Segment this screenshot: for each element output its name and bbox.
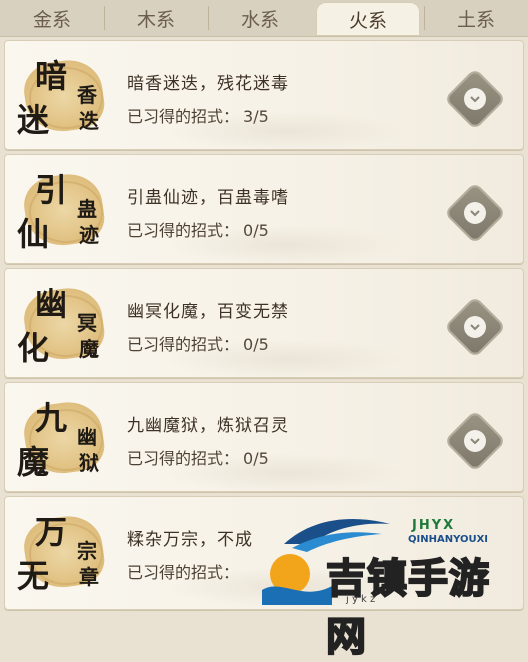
skill-title: 糅杂万宗，不成 [127, 530, 253, 550]
skill-card[interactable]: 幽 化 冥 魔 幽冥化魔，百变无禁 已习得的招式： 0/5 [4, 268, 524, 378]
progress-value: 0/5 [243, 335, 269, 354]
emblem-char: 引 [35, 171, 68, 209]
watermark: JHYX QINHANYOUXI 吉镇手游网 j y k z [262, 510, 526, 661]
tab-wood[interactable]: 木系 [104, 0, 208, 36]
expand-button[interactable] [446, 70, 504, 128]
progress-label: 已习得的招式： [127, 335, 240, 354]
emblem-char: 化 [17, 329, 50, 367]
skill-card[interactable]: 暗 迷 香 迭 暗香迷迭，残花迷毒 已习得的招式： 3/5 [4, 40, 524, 150]
tab-fire[interactable]: 火系 [316, 2, 420, 36]
emblem-char: 仙 [17, 215, 50, 253]
chevron-down-icon [464, 430, 486, 452]
skill-progress: 已习得的招式： 3/5 [127, 103, 269, 127]
skill-emblem: 九 魔 幽 狱 [15, 389, 115, 485]
emblem-char: 章 [79, 565, 99, 589]
emblem-char: 暗 [35, 57, 68, 95]
emblem-char: 魔 [17, 443, 50, 481]
progress-label: 已习得的招式： [127, 107, 240, 126]
skill-emblem: 引 仙 蛊 迹 [15, 161, 115, 257]
brand-pinyin-text: QINHANYOUXI [408, 534, 489, 545]
skill-title: 暗香迷迭，残花迷毒 [127, 74, 289, 94]
emblem-char: 宗 [77, 539, 97, 563]
emblem-char: 九 [35, 399, 68, 437]
emblem-char: 魔 [79, 337, 99, 361]
progress-value: 3/5 [243, 107, 269, 126]
element-tabs: 金系 木系 水系 火系 土系 [0, 0, 528, 37]
skill-title: 幽冥化魔，百变无禁 [127, 302, 289, 322]
emblem-char: 幽 [77, 425, 97, 449]
emblem-char: 狱 [79, 451, 99, 475]
progress-value: 0/5 [243, 221, 269, 240]
progress-value: 0/5 [243, 449, 269, 468]
expand-button[interactable] [446, 184, 504, 242]
emblem-char: 迷 [17, 101, 50, 139]
skill-progress: 已习得的招式： 0/5 [127, 331, 269, 355]
skill-emblem: 万 无 宗 章 [15, 503, 115, 599]
tab-metal[interactable]: 金系 [0, 0, 104, 36]
emblem-char: 迭 [79, 109, 99, 133]
chevron-down-icon [464, 88, 486, 110]
skill-emblem: 幽 化 冥 魔 [15, 275, 115, 371]
brand-small-text: JHYX [412, 518, 456, 533]
emblem-char: 迹 [79, 223, 99, 247]
skill-progress: 已习得的招式： 0/5 [127, 217, 269, 241]
emblem-char: 冥 [77, 311, 97, 335]
chevron-down-icon [464, 316, 486, 338]
skill-progress: 已习得的招式： 0/5 [127, 445, 269, 469]
progress-label: 已习得的招式： [127, 449, 240, 468]
emblem-char: 蛊 [77, 197, 97, 221]
skill-card[interactable]: 引 仙 蛊 迹 引蛊仙迹，百蛊毒嗜 已习得的招式： 0/5 [4, 154, 524, 264]
site-url: j y k z [346, 594, 376, 605]
progress-label: 已习得的招式： [127, 221, 240, 240]
chevron-down-icon [464, 202, 486, 224]
expand-button[interactable] [446, 412, 504, 470]
skill-emblem: 暗 迷 香 迭 [15, 47, 115, 143]
skill-card[interactable]: 九 魔 幽 狱 九幽魔狱，炼狱召灵 已习得的招式： 0/5 [4, 382, 524, 492]
tab-earth[interactable]: 土系 [424, 0, 528, 36]
emblem-char: 幽 [35, 285, 68, 323]
skill-title: 引蛊仙迹，百蛊毒嗜 [127, 188, 289, 208]
emblem-char: 香 [77, 83, 97, 107]
skill-progress: 已习得的招式： [127, 559, 243, 583]
tab-water[interactable]: 水系 [208, 0, 312, 36]
progress-label: 已习得的招式： [127, 563, 240, 582]
wave-logo-icon [262, 554, 332, 605]
skill-title: 九幽魔狱，炼狱召灵 [127, 416, 289, 436]
emblem-char: 万 [35, 513, 68, 551]
emblem-char: 无 [17, 557, 50, 595]
expand-button[interactable] [446, 298, 504, 356]
